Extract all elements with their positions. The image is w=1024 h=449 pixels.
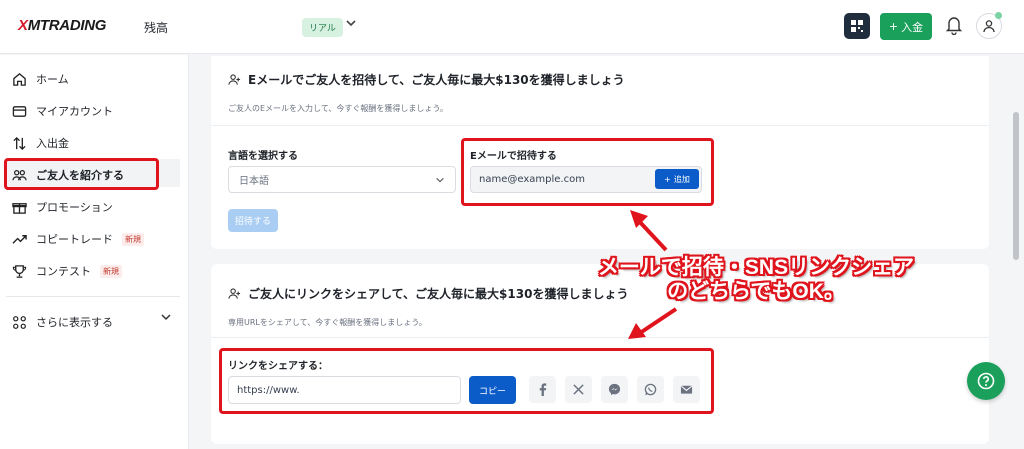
balance-label: 残高 [144,21,169,35]
annotation-arrow-down [628,307,678,339]
annotation-line-2: のどちらでもOK。 [667,280,845,304]
chevron-down-icon[interactable] [345,17,357,32]
trophy-icon [12,264,27,278]
sidebar-item-my-account[interactable]: マイアカウント [12,99,113,123]
plus-icon: + [888,20,899,33]
language-select[interactable]: 日本語 [228,166,456,193]
help-button[interactable] [967,362,1005,400]
account-type-badge[interactable]: リアル [302,18,343,37]
annotation-text: メールで招待・SNSリンクシェア のどちらでもOK。 [586,256,926,304]
invite-button[interactable]: 招待する [228,209,278,232]
language-label: 言語を選択する [228,151,298,162]
sidebar-item-home[interactable]: ホーム [12,67,69,91]
sidebar-divider [6,296,180,297]
link-share-title: ご友人にリンクをシェアして、ご友人毎に最大$130を獲得しましょう [228,285,628,302]
card-divider [211,125,989,126]
email-invite-subtitle: ご友人のEメールを入力して、今すぐ報酬を獲得しましょう。 [228,104,448,113]
card-divider [211,337,989,338]
chevron-down-icon[interactable] [160,311,172,326]
sidebar-item-deposit-withdraw[interactable]: 入出金 [12,131,69,155]
wallet-icon [12,105,27,117]
transfer-icon [13,136,26,150]
annotation-arrow-up [630,210,668,252]
highlight-box-email-invite [461,138,714,206]
gift-icon [12,202,27,214]
chevron-down-icon [436,177,444,183]
link-share-subtitle: 専用URLをシェアして、今すぐ報酬を獲得しましょう。 [228,318,427,327]
trend-icon [12,234,27,244]
status-dot [995,12,1002,19]
new-badge: 新規 [100,264,122,278]
help-icon [977,372,995,390]
sidebar-item-promotions[interactable]: プロモーション [12,195,113,219]
add-user-icon [228,288,241,299]
qr-icon[interactable] [844,13,870,39]
add-user-icon [228,74,241,85]
grid-icon [13,315,26,329]
highlight-box-refer-friend [4,158,159,190]
email-invite-title: Eメールでご友人を招待して、ご友人毎に最大$130を獲得しましょう [228,71,625,88]
sidebar-item-contest[interactable]: コンテスト 新規 [12,259,122,283]
sidebar-item-copy-trade[interactable]: コピートレード 新規 [12,227,144,251]
highlight-box-link-share [219,348,714,414]
new-badge: 新規 [122,232,144,246]
scrollbar-thumb[interactable] [1013,112,1019,260]
sidebar-show-more[interactable]: さらに表示する [12,310,113,334]
deposit-button[interactable]: + 入金 [880,13,932,40]
sidebar: ホーム マイアカウント 入出金 ご友人を紹介する プロモーション コピートレード… [0,55,189,449]
xm-logo[interactable]: XMTRADING [18,17,106,34]
top-header: XMTRADING 残高 リアル + 入金 [0,0,1024,54]
bell-icon[interactable] [945,15,965,37]
annotation-line-1: メールで招待・SNSリンクシェア [597,256,915,279]
home-icon [13,72,26,86]
